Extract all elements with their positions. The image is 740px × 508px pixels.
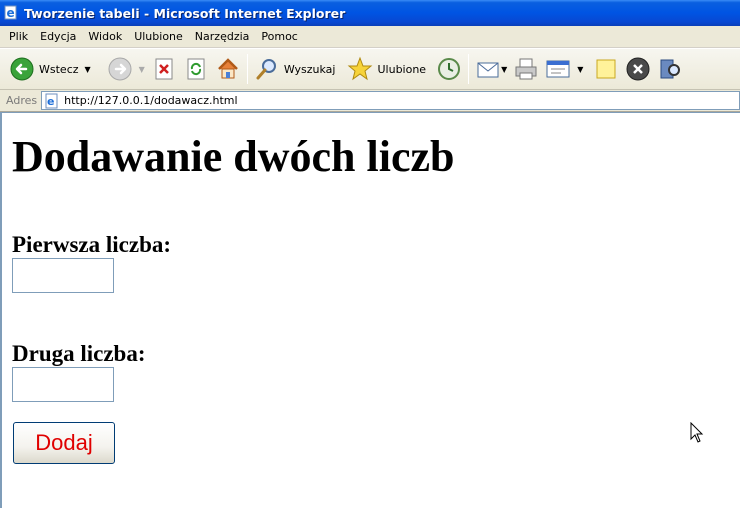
block-button[interactable] bbox=[622, 53, 654, 85]
menu-edit[interactable]: Edycja bbox=[34, 28, 82, 45]
first-number-input[interactable] bbox=[12, 258, 114, 293]
forward-dropdown-icon[interactable]: ▼ bbox=[139, 65, 145, 74]
discuss-button[interactable] bbox=[590, 53, 622, 85]
menu-favorites[interactable]: Ulubione bbox=[128, 28, 189, 45]
mail-button[interactable]: ▼ bbox=[472, 53, 510, 85]
internet-explorer-icon: e bbox=[4, 5, 17, 20]
forward-button[interactable]: ▼ bbox=[104, 53, 148, 85]
note-icon bbox=[596, 59, 616, 79]
mouse-cursor-icon bbox=[690, 422, 704, 443]
address-input[interactable]: e http://127.0.0.1/dodawacz.html bbox=[41, 91, 740, 110]
forward-arrow-icon bbox=[108, 57, 132, 81]
toolbar-separator bbox=[468, 54, 470, 84]
back-dropdown-icon[interactable]: ▼ bbox=[85, 65, 91, 74]
page-content: Dodawanie dwóch liczb Pierwsza liczba: D… bbox=[0, 112, 740, 508]
toolbar: Wstecz ▼ ▼ Wyszukaj Ulubione ▼ ▼ bbox=[0, 48, 740, 90]
history-icon bbox=[438, 58, 461, 80]
refresh-icon bbox=[187, 58, 205, 80]
home-button[interactable] bbox=[212, 53, 244, 85]
second-number-label: Druga liczba: bbox=[12, 341, 146, 366]
mail-dropdown-icon[interactable]: ▼ bbox=[501, 65, 507, 74]
stop-button[interactable] bbox=[148, 53, 180, 85]
menu-file[interactable]: Plik bbox=[3, 28, 34, 45]
edit-page-icon bbox=[546, 60, 570, 78]
mail-icon bbox=[477, 62, 499, 78]
close-circle-icon bbox=[626, 57, 650, 81]
back-arrow-icon bbox=[10, 57, 34, 81]
favorites-label: Ulubione bbox=[377, 62, 427, 76]
svg-text:e: e bbox=[7, 6, 15, 20]
toolbar-separator bbox=[246, 54, 248, 84]
print-button[interactable] bbox=[510, 53, 542, 85]
menu-help[interactable]: Pomoc bbox=[255, 28, 303, 45]
stop-icon bbox=[155, 58, 173, 80]
history-button[interactable] bbox=[433, 53, 465, 85]
favorites-star-icon bbox=[348, 56, 373, 81]
title-bar: e Tworzenie tabeli - Microsoft Internet … bbox=[0, 0, 740, 26]
research-icon bbox=[660, 59, 681, 79]
menu-view[interactable]: Widok bbox=[82, 28, 128, 45]
address-url: http://127.0.0.1/dodawacz.html bbox=[64, 94, 238, 107]
refresh-button[interactable] bbox=[180, 53, 212, 85]
search-button[interactable]: Wyszukaj bbox=[251, 53, 339, 85]
add-button[interactable]: Dodaj bbox=[13, 422, 115, 464]
edit-button[interactable]: ▼ bbox=[542, 53, 586, 85]
research-button[interactable] bbox=[654, 53, 686, 85]
address-label: Adres bbox=[6, 94, 38, 107]
back-button[interactable]: Wstecz ▼ bbox=[6, 53, 94, 85]
back-label: Wstecz bbox=[39, 62, 79, 76]
printer-icon bbox=[515, 58, 537, 80]
svg-text:e: e bbox=[47, 95, 54, 108]
favorites-button[interactable]: Ulubione bbox=[344, 53, 429, 85]
search-icon bbox=[256, 59, 276, 80]
address-bar: Adres e http://127.0.0.1/dodawacz.html bbox=[0, 90, 740, 112]
home-icon bbox=[217, 58, 238, 79]
second-number-input[interactable] bbox=[12, 367, 114, 402]
menu-tools[interactable]: Narzędzia bbox=[189, 28, 256, 45]
window-title: Tworzenie tabeli - Microsoft Internet Ex… bbox=[24, 5, 346, 21]
first-number-label: Pierwsza liczba: bbox=[12, 232, 172, 257]
page-heading: Dodawanie dwóch liczb bbox=[12, 132, 455, 181]
edit-dropdown-icon[interactable]: ▼ bbox=[577, 65, 583, 74]
search-label: Wyszukaj bbox=[283, 62, 336, 76]
page-icon: e bbox=[45, 93, 58, 108]
menu-bar: Plik Edycja Widok Ulubione Narzędzia Pom… bbox=[0, 26, 740, 48]
